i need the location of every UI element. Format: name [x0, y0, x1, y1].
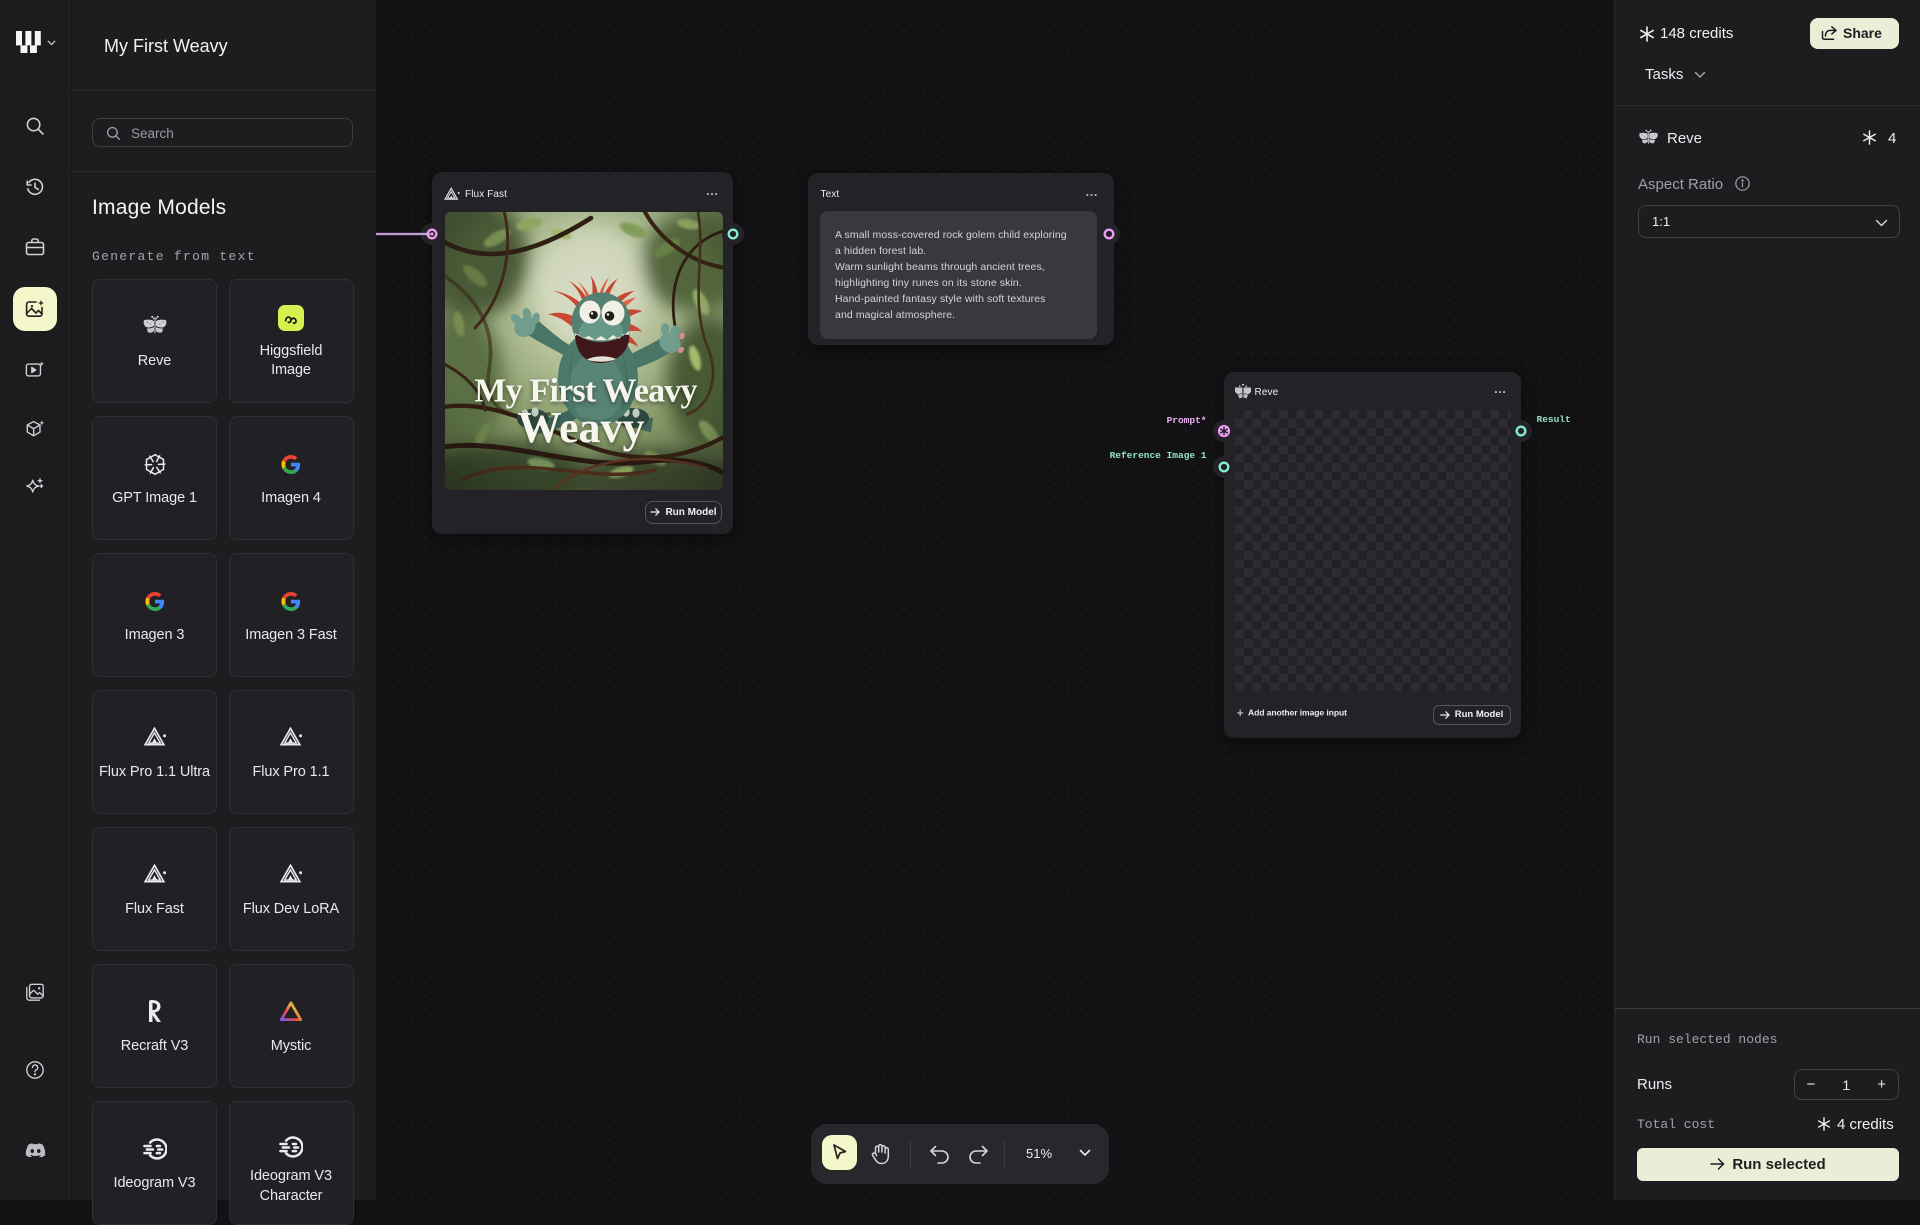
svg-text:Weavy: Weavy: [517, 403, 644, 452]
